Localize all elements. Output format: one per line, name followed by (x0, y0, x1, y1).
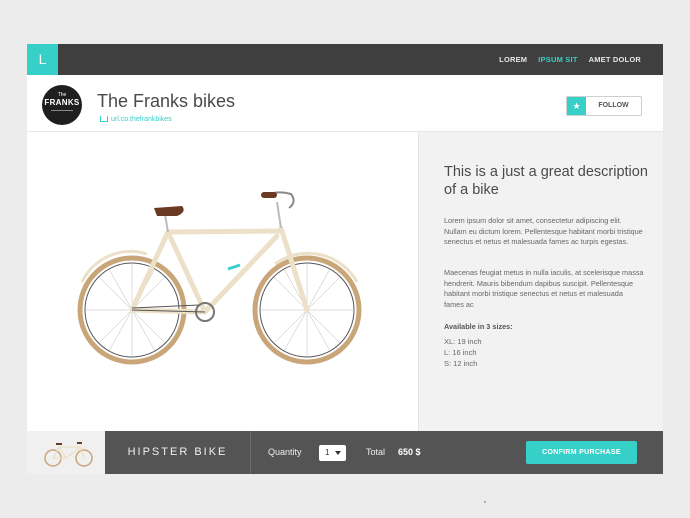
nav-item-ipsum-sit[interactable]: IPSUM SIT (538, 55, 577, 64)
follow-button[interactable]: ★ FOLLOW (566, 96, 642, 116)
nav-item-amet-dolor[interactable]: AMET DOLOR (589, 55, 641, 64)
brand-url-link[interactable]: url.co.thefrankbikes (100, 115, 172, 123)
quantity-select[interactable]: 1 (319, 445, 346, 461)
product-thumbnail[interactable] (27, 431, 105, 474)
follow-label: FOLLOW (598, 102, 629, 109)
total-label: Total (366, 447, 386, 457)
brand-logo-line2: FRANKS (44, 98, 80, 107)
quantity-label: Quantity (268, 447, 302, 457)
product-name: HIPSTER BIKE (105, 431, 251, 474)
sizes-title: Available in 3 sizes: (444, 322, 513, 331)
size-s: S: 12 inch (444, 359, 478, 368)
size-xl: XL: 19 inch (444, 337, 482, 346)
brand-logo: The FRANKS (42, 85, 82, 125)
size-l: L: 16 inch (444, 348, 477, 357)
brand-url-text: url.co.thefrankbikes (111, 116, 172, 123)
description-paragraph-2: Maecenas feugiat metus in nulla iaculis,… (444, 268, 644, 309)
nav-item-lorem[interactable]: LOREM (499, 55, 527, 64)
brand-name: The Franks bikes (97, 91, 236, 111)
product-image-area (27, 132, 418, 431)
confirm-purchase-button[interactable]: CONFIRM PURCHASE (526, 441, 637, 464)
home-icon (100, 116, 108, 122)
product-description-panel: This is a just a great description of a … (418, 132, 663, 431)
description-paragraph-1: Lorem ipsum dolor sit amet, consectetur … (444, 216, 643, 246)
bike-image (77, 191, 362, 365)
app-logo[interactable]: L (27, 44, 58, 75)
product-headline: This is a just a great description of a … (444, 164, 648, 198)
total-value: 650 $ (398, 447, 421, 457)
app-window: L LOREM IPSUM SIT AMET DOLOR The FRANKS … (27, 44, 663, 474)
quantity-value: 1 (325, 448, 330, 457)
purchase-bar: HIPSTER BIKE Quantity 1 Total 650 $ CONF… (27, 431, 663, 474)
star-icon: ★ (567, 97, 586, 115)
brand-header: The FRANKS The Franks bikes url.co.thefr… (27, 75, 663, 132)
top-bar: L LOREM IPSUM SIT AMET DOLOR (27, 44, 663, 75)
bike-thumbnail-image (44, 442, 93, 467)
chevron-down-icon (335, 451, 341, 455)
page-dot (484, 501, 486, 503)
brand-logo-rule (51, 110, 73, 114)
top-nav: LOREM IPSUM SIT AMET DOLOR (499, 44, 641, 75)
